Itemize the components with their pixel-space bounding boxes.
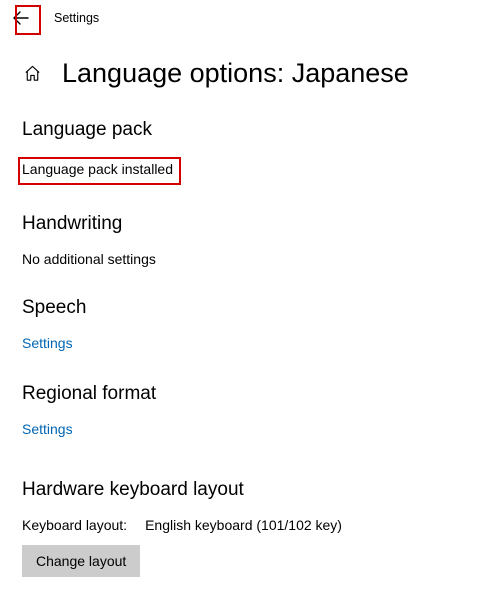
page-title: Language options: Japanese <box>62 58 409 89</box>
back-button[interactable] <box>4 3 38 33</box>
section-speech-heading: Speech <box>22 297 478 319</box>
keyboard-layout-label: Keyboard layout: <box>22 517 127 533</box>
section-handwriting-heading: Handwriting <box>22 213 478 235</box>
keyboard-layout-value: English keyboard (101/102 key) <box>145 517 342 533</box>
speech-settings-link[interactable]: Settings <box>22 335 73 351</box>
window-title: Settings <box>54 11 99 25</box>
home-button[interactable] <box>22 64 42 84</box>
language-pack-status: Language pack installed <box>22 161 173 177</box>
section-regional-format-heading: Regional format <box>22 383 478 405</box>
section-hardware-keyboard-heading: Hardware keyboard layout <box>22 479 478 501</box>
handwriting-status: No additional settings <box>22 251 156 267</box>
change-layout-button[interactable]: Change layout <box>22 545 140 577</box>
regional-format-settings-link[interactable]: Settings <box>22 421 73 437</box>
home-icon <box>23 64 42 83</box>
back-arrow-icon <box>12 9 30 27</box>
highlight-language-pack-status: Language pack installed <box>18 157 181 185</box>
section-language-pack-heading: Language pack <box>22 119 478 141</box>
